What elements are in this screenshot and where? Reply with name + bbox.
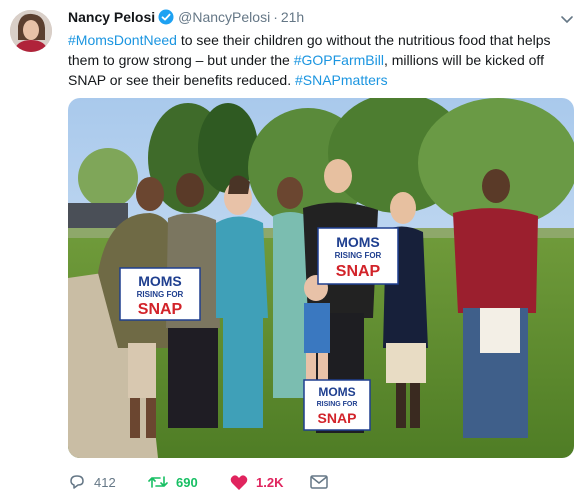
retweet-button[interactable]: 690 — [148, 470, 198, 494]
hashtag-link[interactable]: #GOPFarmBill — [294, 52, 384, 68]
sign-center: MOMS RISING FOR SNAP — [317, 227, 399, 285]
tweet: Nancy Pelosi @NancyPelosi · 21h #MomsDontNe… — [0, 0, 586, 499]
sign-text-rising: RISING FOR — [137, 290, 184, 299]
reply-button[interactable]: 412 — [68, 470, 116, 494]
like-button[interactable]: 1.2K — [230, 470, 283, 494]
hashtag-link[interactable]: #MomsDontNeed — [68, 32, 177, 48]
sign-text-snap: SNAP — [336, 263, 381, 280]
sign-left: MOMS RISING FOR SNAP — [119, 267, 201, 321]
avatar[interactable] — [10, 10, 52, 52]
sign-text-moms: MOMS — [318, 385, 355, 399]
retweet-count: 690 — [176, 474, 198, 490]
heart-icon — [230, 474, 248, 491]
tweet-actions: 412 690 1.2K — [68, 470, 468, 494]
sign-child: MOMS RISING FOR SNAP — [303, 379, 371, 431]
retweet-icon — [148, 473, 168, 491]
caret-down-icon[interactable] — [560, 12, 574, 24]
author-handle[interactable]: @NancyPelosi — [178, 9, 270, 25]
sign-text-moms: MOMS — [336, 234, 380, 250]
like-count: 1.2K — [256, 474, 284, 490]
sign-text-snap: SNAP — [138, 301, 183, 318]
sign-text-snap: SNAP — [318, 410, 357, 426]
tweet-header: Nancy Pelosi @NancyPelosi · 21h — [68, 9, 304, 25]
hashtag-link[interactable]: #SNAPmatters — [295, 72, 388, 88]
reply-icon — [68, 473, 86, 491]
sign-text-rising: RISING FOR — [317, 401, 358, 408]
sign-text-moms: MOMS — [138, 273, 182, 289]
sign-text-rising: RISING FOR — [335, 251, 382, 260]
reply-count: 412 — [94, 474, 116, 490]
direct-message-button[interactable] — [310, 470, 328, 494]
tweet-photo[interactable]: MOMS RISING FOR SNAP MOMS RISING FOR SNA… — [68, 98, 574, 458]
tweet-timestamp[interactable]: 21h — [281, 9, 304, 25]
direct-message-icon — [310, 475, 328, 489]
tweet-text: #MomsDontNeed to see their children go w… — [68, 30, 574, 90]
author-name[interactable]: Nancy Pelosi — [68, 9, 155, 25]
verified-badge-icon — [158, 9, 174, 25]
separator: · — [273, 9, 278, 25]
